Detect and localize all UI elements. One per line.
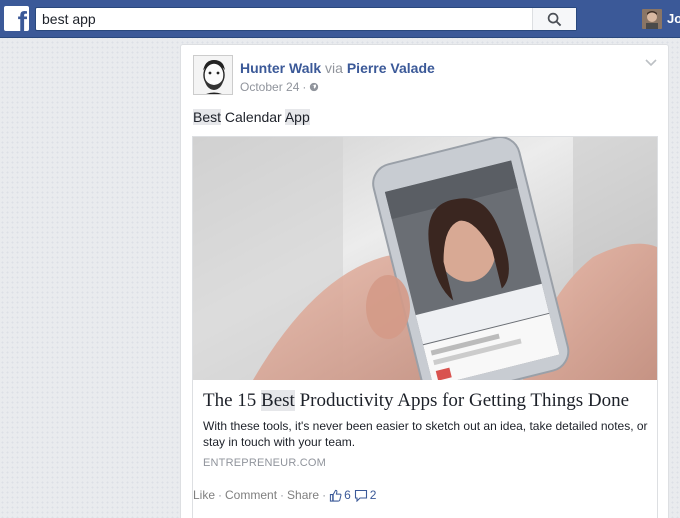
author-link[interactable]: Hunter Walk <box>240 60 321 76</box>
user-name-link[interactable]: Jo <box>667 11 680 26</box>
via-text: via <box>325 60 343 76</box>
like-link[interactable]: Like <box>193 488 215 502</box>
post-date[interactable]: October 24 <box>240 80 299 94</box>
link-title-highlight: Best <box>261 390 295 411</box>
post-text-highlight-2: App <box>284 109 310 125</box>
meta-dot: · <box>302 80 307 94</box>
post-actions: Like · Comment · Share · 6 2 <box>193 488 376 502</box>
user-avatar[interactable] <box>642 9 662 29</box>
like-count[interactable]: 6 <box>329 488 351 502</box>
post-text: Best Calendar App <box>193 109 310 125</box>
link-title-end: Productivity Apps for Getting Things Don… <box>294 390 630 411</box>
link-image[interactable] <box>193 137 657 380</box>
globe-icon <box>310 82 319 92</box>
action-separator: · <box>322 488 327 502</box>
action-separator: · <box>280 488 285 502</box>
comment-count-value: 2 <box>369 488 377 502</box>
link-domain: ENTREPRENEUR.COM <box>203 457 326 469</box>
link-title-start: The 15 <box>203 390 262 411</box>
author-avatar[interactable] <box>193 55 233 95</box>
action-separator: · <box>218 488 223 502</box>
post-meta: October 24 · <box>240 80 319 94</box>
search-button[interactable] <box>532 8 576 30</box>
search-box <box>35 7 577 31</box>
post-card: Hunter Walk via Pierre Valade October 24… <box>180 44 669 518</box>
via-author-link[interactable]: Pierre Valade <box>347 60 435 76</box>
post-header: Hunter Walk via Pierre Valade <box>240 60 435 76</box>
link-preview[interactable]: The 15 Best Productivity Apps for Gettin… <box>192 136 658 518</box>
search-input[interactable] <box>36 8 532 30</box>
facebook-logo[interactable]: f <box>4 6 29 31</box>
post-text-middle: Calendar <box>221 109 285 125</box>
chevron-down-icon[interactable] <box>644 57 658 67</box>
thumbs-up-icon <box>329 489 342 502</box>
share-link[interactable]: Share <box>287 488 319 502</box>
like-count-value: 6 <box>344 488 351 502</box>
comment-count[interactable]: 2 <box>354 488 377 502</box>
comment-bubble-icon <box>354 489 367 502</box>
post-text-highlight-1: Best <box>193 109 222 125</box>
top-bar: f Jo <box>0 0 680 38</box>
comment-link[interactable]: Comment <box>225 488 277 502</box>
search-icon <box>547 12 562 26</box>
link-title[interactable]: The 15 Best Productivity Apps for Gettin… <box>203 390 653 412</box>
link-description: With these tools, it's never been easier… <box>203 419 648 449</box>
